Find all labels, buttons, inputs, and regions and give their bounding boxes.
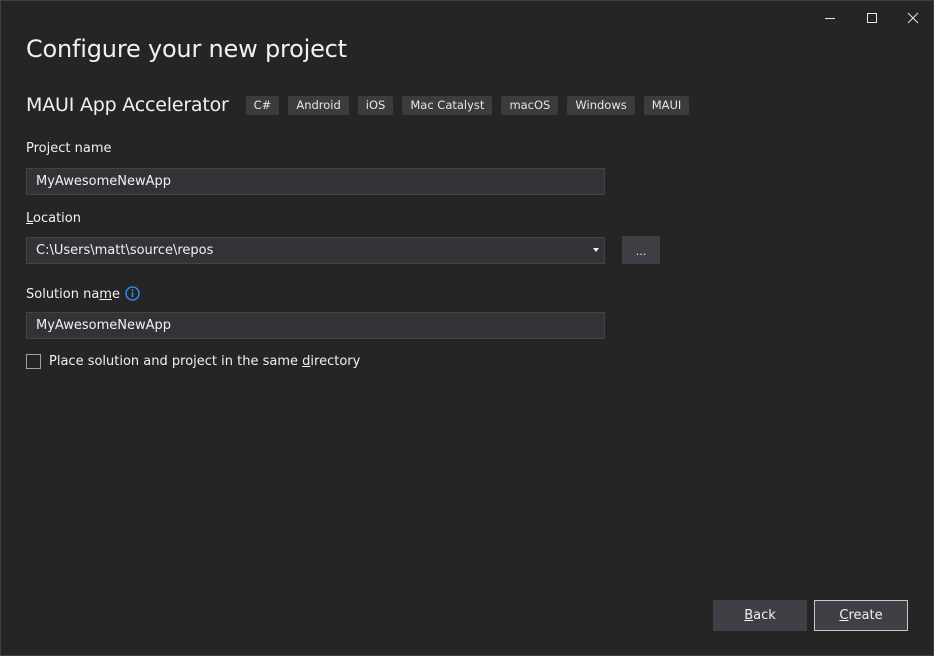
tag-mac-catalyst: Mac Catalyst <box>402 95 493 115</box>
template-header: MAUI App Accelerator C# Android iOS Mac … <box>26 94 690 116</box>
location-combobox[interactable]: C:\Users\matt\source\repos <box>26 237 605 264</box>
info-icon[interactable] <box>125 286 140 305</box>
close-icon <box>907 12 919 24</box>
tag-macos: macOS <box>501 95 559 115</box>
minimize-icon <box>825 18 835 19</box>
solution-name-input[interactable]: MyAwesomeNewApp <box>26 312 605 339</box>
dropdown-arrow-icon[interactable] <box>593 248 599 252</box>
back-button[interactable]: Back <box>713 600 807 631</box>
tag-android: Android <box>288 95 349 115</box>
same-directory-label: Place solution and project in the same d… <box>49 354 361 369</box>
create-button[interactable]: Create <box>814 600 908 631</box>
project-name-input[interactable]: MyAwesomeNewApp <box>26 168 605 195</box>
project-name-value: MyAwesomeNewApp <box>36 174 172 189</box>
page-title: Configure your new project <box>26 35 347 63</box>
solution-name-label: Solution name <box>26 286 140 305</box>
location-label: Location <box>26 211 81 226</box>
maximize-button[interactable] <box>853 5 891 31</box>
tag-maui: MAUI <box>643 95 690 115</box>
same-directory-checkbox[interactable] <box>26 354 41 369</box>
dialog-window: Configure your new project MAUI App Acce… <box>0 0 934 656</box>
template-name: MAUI App Accelerator <box>26 94 229 116</box>
project-name-label: Project name <box>26 141 112 156</box>
browse-button[interactable]: ... <box>622 236 660 264</box>
tag-csharp: C# <box>245 95 280 115</box>
close-button[interactable] <box>894 5 932 31</box>
location-value: C:\Users\matt\source\repos <box>36 243 214 258</box>
template-tags: C# Android iOS Mac Catalyst macOS Window… <box>245 95 690 115</box>
minimize-button[interactable] <box>811 5 849 31</box>
solution-name-value: MyAwesomeNewApp <box>36 318 172 333</box>
tag-ios: iOS <box>357 95 394 115</box>
same-directory-option[interactable]: Place solution and project in the same d… <box>26 354 360 369</box>
tag-windows: Windows <box>567 95 635 115</box>
maximize-icon <box>867 13 877 23</box>
